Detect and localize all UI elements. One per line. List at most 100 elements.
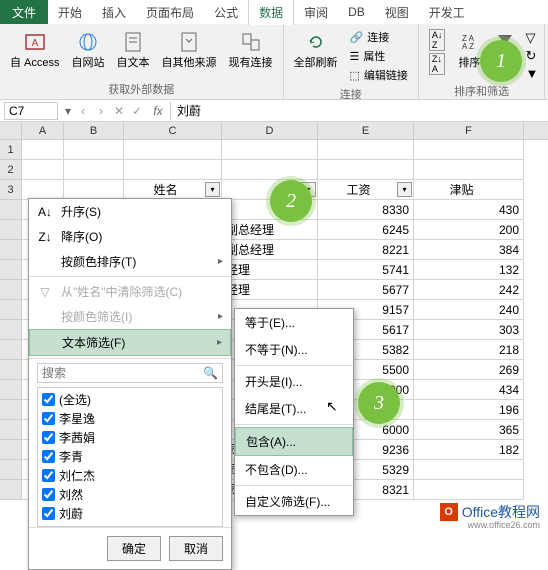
cancel-button[interactable]: 取消 — [169, 536, 223, 561]
cell-allowance[interactable]: 196 — [414, 400, 524, 420]
tab-insert[interactable]: 插入 — [92, 0, 136, 25]
menu-sort-asc[interactable]: A↓升序(S) — [29, 199, 231, 224]
cell-allowance[interactable]: 200 — [414, 220, 524, 240]
header-name[interactable]: 姓名▾ — [124, 180, 222, 200]
submenu-begins[interactable]: 开头是(I)... — [235, 368, 353, 395]
tab-layout[interactable]: 页面布局 — [136, 0, 204, 25]
row-header[interactable] — [0, 280, 22, 300]
menu-sort-desc[interactable]: Z↓降序(O) — [29, 224, 231, 249]
cell-allowance[interactable] — [414, 480, 524, 500]
btn-connections[interactable]: 🔗连接 — [346, 28, 412, 46]
row-header[interactable] — [0, 240, 22, 260]
row-header[interactable]: 3 — [0, 180, 22, 200]
filter-value-item[interactable]: 刘然 — [40, 485, 220, 504]
cancel-icon[interactable]: ✕ — [110, 104, 128, 118]
submenu-not-contains[interactable]: 不包含(D)... — [235, 456, 353, 483]
cell-allowance[interactable]: 365 — [414, 420, 524, 440]
row-header[interactable] — [0, 400, 22, 420]
select-all-corner[interactable] — [0, 122, 22, 139]
row-header[interactable]: 1 — [0, 140, 22, 160]
cell[interactable] — [318, 140, 414, 160]
cell[interactable] — [222, 160, 318, 180]
cell-allowance[interactable]: 430 — [414, 200, 524, 220]
cell[interactable] — [22, 140, 64, 160]
col-header-e[interactable]: E — [318, 122, 414, 139]
row-header[interactable] — [0, 200, 22, 220]
btn-refresh-all[interactable]: 全部刷新 — [290, 28, 342, 72]
row-header[interactable] — [0, 340, 22, 360]
cell-allowance[interactable]: 303 — [414, 320, 524, 340]
nav-prev[interactable]: ‹ — [74, 104, 92, 118]
filter-checkbox[interactable] — [42, 431, 55, 444]
filter-dropdown-name[interactable]: ▾ — [205, 182, 220, 197]
cell-allowance[interactable]: 218 — [414, 340, 524, 360]
row-header[interactable] — [0, 420, 22, 440]
filter-checkbox[interactable] — [42, 469, 55, 482]
filter-checkbox[interactable] — [42, 488, 55, 501]
advanced-icon[interactable]: ▼ — [525, 66, 538, 81]
row-header[interactable] — [0, 320, 22, 340]
tab-formula[interactable]: 公式 — [204, 0, 248, 25]
formula-bar[interactable]: 刘蔚 — [170, 102, 548, 120]
col-header-d[interactable]: D — [222, 122, 318, 139]
cell-position[interactable]: 副总经理 — [222, 220, 318, 240]
confirm-icon[interactable]: ✓ — [128, 104, 146, 118]
fx-label[interactable]: fx — [146, 104, 170, 118]
clear-filter-icon[interactable]: ▽ — [525, 30, 538, 46]
submenu-not-equals[interactable]: 不等于(N)... — [235, 336, 353, 363]
col-header-f[interactable]: F — [414, 122, 524, 139]
header-allowance[interactable]: 津贴 — [414, 180, 524, 200]
row-header[interactable] — [0, 440, 22, 460]
col-header-c[interactable]: C — [124, 122, 222, 139]
filter-search-input[interactable] — [42, 366, 203, 380]
filter-value-item[interactable]: 刘蔚 — [40, 504, 220, 523]
header-salary[interactable]: 工资▾ — [318, 180, 414, 200]
cell-allowance[interactable]: 240 — [414, 300, 524, 320]
ok-button[interactable]: 确定 — [107, 536, 161, 561]
cell[interactable] — [222, 140, 318, 160]
btn-sort-desc[interactable]: Z↓A — [425, 52, 450, 76]
cell[interactable] — [22, 180, 64, 200]
btn-from-text[interactable]: 自文本 — [113, 28, 154, 72]
cell-salary[interactable]: 8221 — [318, 240, 414, 260]
row-header[interactable] — [0, 380, 22, 400]
cell-allowance[interactable]: 269 — [414, 360, 524, 380]
row-header[interactable] — [0, 300, 22, 320]
row-header[interactable]: 2 — [0, 160, 22, 180]
cell-allowance[interactable]: 434 — [414, 380, 524, 400]
tab-review[interactable]: 审阅 — [294, 0, 338, 25]
cell-salary[interactable]: 6245 — [318, 220, 414, 240]
name-box[interactable]: C7 — [4, 102, 58, 120]
cell-position[interactable]: 副总经理 — [222, 240, 318, 260]
cell-allowance[interactable]: 384 — [414, 240, 524, 260]
cell[interactable] — [124, 160, 222, 180]
filter-value-item[interactable]: 刘仁杰 — [40, 466, 220, 485]
btn-edit-links[interactable]: ⬚编辑链接 — [346, 66, 412, 84]
cell-allowance[interactable]: 182 — [414, 440, 524, 460]
btn-sort-asc[interactable]: A↓Z — [425, 28, 450, 52]
submenu-equals[interactable]: 等于(E)... — [235, 309, 353, 336]
tab-db[interactable]: DB — [338, 1, 375, 23]
cell[interactable] — [124, 140, 222, 160]
menu-text-filter[interactable]: 文本筛选(F)▸ — [29, 329, 231, 356]
btn-from-access[interactable]: A 自 Access — [6, 28, 64, 72]
row-header[interactable] — [0, 460, 22, 480]
file-tab[interactable]: 文件 — [0, 0, 48, 24]
filter-checkbox[interactable] — [42, 450, 55, 463]
col-header-b[interactable]: B — [64, 122, 124, 139]
row-header[interactable] — [0, 360, 22, 380]
cell[interactable] — [64, 140, 124, 160]
filter-checkbox[interactable] — [42, 507, 55, 520]
submenu-contains[interactable]: 包含(A)... — [235, 427, 353, 456]
cell-position[interactable]: 经理 — [222, 260, 318, 280]
tab-view[interactable]: 视图 — [375, 0, 419, 25]
filter-value-item[interactable]: 李青 — [40, 447, 220, 466]
tab-data[interactable]: 数据 — [248, 0, 294, 25]
btn-existing-conn[interactable]: 现有连接 — [225, 28, 277, 72]
btn-from-other[interactable]: 自其他来源 — [158, 28, 221, 72]
row-header[interactable] — [0, 480, 22, 500]
filter-dropdown-salary[interactable]: ▾ — [397, 182, 412, 197]
cell-allowance[interactable]: 242 — [414, 280, 524, 300]
row-header[interactable] — [0, 220, 22, 240]
cell-allowance[interactable] — [414, 460, 524, 480]
